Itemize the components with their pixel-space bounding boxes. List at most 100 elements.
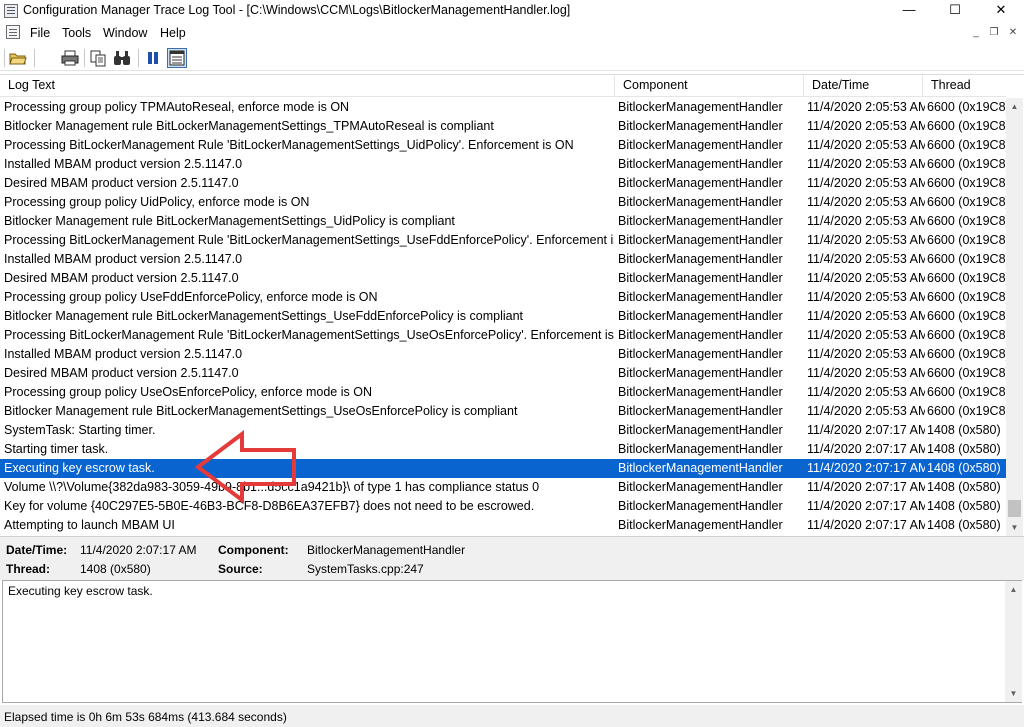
datetime-cell: 11/4/2020 2:05:53 AM <box>807 404 925 418</box>
datetime-cell: 11/4/2020 2:07:17 AM <box>807 518 925 532</box>
component-cell: BitlockerManagementHandler <box>618 309 783 323</box>
table-row[interactable]: Bitlocker Management rule BitLockerManag… <box>0 117 1006 136</box>
table-row[interactable]: Desired MBAM product version 2.5.1147.0 B… <box>0 174 1006 193</box>
find-icon[interactable] <box>112 48 132 68</box>
log-text-cell: Processing BitLockerManagement Rule 'Bit… <box>4 328 614 342</box>
table-row[interactable]: Processing group policy UseOsEnforcePoli… <box>0 383 1006 402</box>
component-cell: BitlockerManagementHandler <box>618 176 783 190</box>
table-row[interactable]: SystemTask: Starting timer. BitlockerMana… <box>0 421 1006 440</box>
table-row[interactable]: Processing BitLockerManagement Rule 'Bit… <box>0 326 1006 345</box>
title-bar: Configuration Manager Trace Log Tool - [… <box>0 0 1024 22</box>
log-text-cell: Bitlocker Management rule BitLockerManag… <box>4 404 518 418</box>
table-row[interactable]: Processing group policy UseFddEnforcePol… <box>0 288 1006 307</box>
log-text-cell: Volume \\?\Volume{382da983-3059-49b9-8b1… <box>4 480 540 494</box>
log-grid-scrollbar[interactable]: ▲ ▼ <box>1006 98 1023 536</box>
scroll-up-icon[interactable]: ▲ <box>1005 581 1022 598</box>
thread-cell: 1408 (0x580) <box>927 480 1001 494</box>
log-text-cell: Key for volume {40C297E5-5B0E-46B3-BCF8-… <box>4 499 535 513</box>
menu-window[interactable]: Window <box>103 26 147 40</box>
close-button[interactable]: ✕ <box>978 0 1024 22</box>
log-text-cell: Desired MBAM product version 2.5.1147.0 <box>4 271 239 285</box>
scrollbar-thumb[interactable] <box>1008 500 1021 517</box>
message-scrollbar[interactable]: ▲ ▼ <box>1005 581 1022 702</box>
log-text-cell: Starting timer task. <box>4 442 109 456</box>
component-cell: BitlockerManagementHandler <box>618 385 783 399</box>
message-textbox[interactable]: Executing key escrow task. ▲ ▼ <box>2 580 1022 703</box>
menu-file[interactable]: File <box>30 26 50 40</box>
log-grid: Log Text Component Date/Time Thread Proc… <box>0 74 1024 536</box>
log-text-cell: Processing BitLockerManagement Rule 'Bit… <box>4 233 614 247</box>
table-row[interactable]: Processing group policy UidPolicy, enfor… <box>0 193 1006 212</box>
scroll-up-icon[interactable]: ▲ <box>1006 98 1023 115</box>
table-row[interactable]: Desired MBAM product version 2.5.1147.0 B… <box>0 364 1006 383</box>
table-row[interactable]: Executing key escrow task. BitlockerManag… <box>0 459 1006 478</box>
child-minimize-button[interactable]: _ <box>968 26 984 40</box>
component-cell: BitlockerManagementHandler <box>618 442 783 456</box>
table-row[interactable]: Desired MBAM product version 2.5.1147.0 B… <box>0 269 1006 288</box>
thread-cell: 6600 (0x19C8) <box>927 100 1006 114</box>
table-row[interactable]: Processing group policy TPMAutoReseal, e… <box>0 98 1006 117</box>
table-row[interactable]: Bitlocker Management rule BitLockerManag… <box>0 212 1006 231</box>
datetime-cell: 11/4/2020 2:05:53 AM <box>807 366 925 380</box>
datetime-cell: 11/4/2020 2:07:17 AM <box>807 442 925 456</box>
maximize-button[interactable]: ☐ <box>932 0 978 22</box>
table-row[interactable]: Key for volume {40C297E5-5B0E-46B3-BCF8-… <box>0 497 1006 516</box>
thread-cell: 6600 (0x19C8) <box>927 252 1006 266</box>
thread-cell: 6600 (0x19C8) <box>927 271 1006 285</box>
column-header-component[interactable]: Component <box>615 75 804 97</box>
table-row[interactable]: Installed MBAM product version 2.5.1147.… <box>0 155 1006 174</box>
log-rows: Processing group policy TPMAutoReseal, e… <box>0 98 1006 536</box>
details-pane-icon[interactable] <box>167 48 187 68</box>
datetime-value: 11/4/2020 2:07:17 AM <box>80 543 197 557</box>
table-row[interactable]: Volume \\?\Volume{382da983-3059-49b9-8b1… <box>0 478 1006 497</box>
thread-cell: 6600 (0x19C8) <box>927 385 1006 399</box>
datetime-cell: 11/4/2020 2:05:53 AM <box>807 309 925 323</box>
thread-cell: 1408 (0x580) <box>927 442 1001 456</box>
datetime-cell: 11/4/2020 2:05:53 AM <box>807 176 925 190</box>
log-text-cell: Processing group policy UidPolicy, enfor… <box>4 195 310 209</box>
log-text-cell: Installed MBAM product version 2.5.1147.… <box>4 252 243 266</box>
column-header-thread[interactable]: Thread <box>923 75 1006 97</box>
datetime-label: Date/Time: <box>6 543 68 557</box>
component-cell: BitlockerManagementHandler <box>618 404 783 418</box>
thread-cell: 6600 (0x19C8) <box>927 309 1006 323</box>
log-text-cell: Attempting to launch MBAM UI <box>4 518 175 532</box>
column-header-datetime[interactable]: Date/Time <box>804 75 923 97</box>
menu-help[interactable]: Help <box>160 26 186 40</box>
component-cell: BitlockerManagementHandler <box>618 347 783 361</box>
component-cell: BitlockerManagementHandler <box>618 252 783 266</box>
menu-tools[interactable]: Tools <box>62 26 91 40</box>
thread-label: Thread: <box>6 562 51 576</box>
thread-value: 1408 (0x580) <box>80 562 151 576</box>
pause-icon[interactable] <box>143 48 163 68</box>
datetime-cell: 11/4/2020 2:05:53 AM <box>807 195 925 209</box>
datetime-cell: 11/4/2020 2:05:53 AM <box>807 385 925 399</box>
scroll-down-icon[interactable]: ▼ <box>1005 685 1022 702</box>
component-cell: BitlockerManagementHandler <box>618 366 783 380</box>
print-icon[interactable] <box>60 48 80 68</box>
table-row[interactable]: Processing BitLockerManagement Rule 'Bit… <box>0 231 1006 250</box>
table-row[interactable]: Attempting to launch MBAM UI BitlockerMan… <box>0 516 1006 535</box>
table-row[interactable]: Starting timer task. BitlockerManagementH… <box>0 440 1006 459</box>
thread-cell: 1408 (0x580) <box>927 518 1001 532</box>
table-row[interactable]: Installed MBAM product version 2.5.1147.… <box>0 345 1006 364</box>
child-close-button[interactable]: ✕ <box>1005 26 1021 40</box>
minimize-button[interactable]: — <box>886 0 932 22</box>
datetime-cell: 11/4/2020 2:07:17 AM <box>807 423 925 437</box>
open-folder-icon[interactable] <box>8 48 28 68</box>
source-value: SystemTasks.cpp:247 <box>307 562 424 576</box>
document-icon[interactable] <box>6 25 20 39</box>
datetime-cell: 11/4/2020 2:05:53 AM <box>807 138 925 152</box>
details-panel: Date/Time: 11/4/2020 2:07:17 AM Componen… <box>0 536 1024 580</box>
copy-icon[interactable] <box>88 48 108 68</box>
column-header-log-text[interactable]: Log Text <box>0 75 615 97</box>
child-restore-button[interactable]: ❐ <box>986 26 1002 40</box>
log-text-cell: Installed MBAM product version 2.5.1147.… <box>4 157 243 171</box>
thread-cell: 6600 (0x19C8) <box>927 119 1006 133</box>
scroll-down-icon[interactable]: ▼ <box>1006 519 1023 536</box>
table-row[interactable]: Bitlocker Management rule BitLockerManag… <box>0 307 1006 326</box>
thread-cell: 6600 (0x19C8) <box>927 157 1006 171</box>
table-row[interactable]: Bitlocker Management rule BitLockerManag… <box>0 402 1006 421</box>
table-row[interactable]: Processing BitLockerManagement Rule 'Bit… <box>0 136 1006 155</box>
table-row[interactable]: Installed MBAM product version 2.5.1147.… <box>0 250 1006 269</box>
